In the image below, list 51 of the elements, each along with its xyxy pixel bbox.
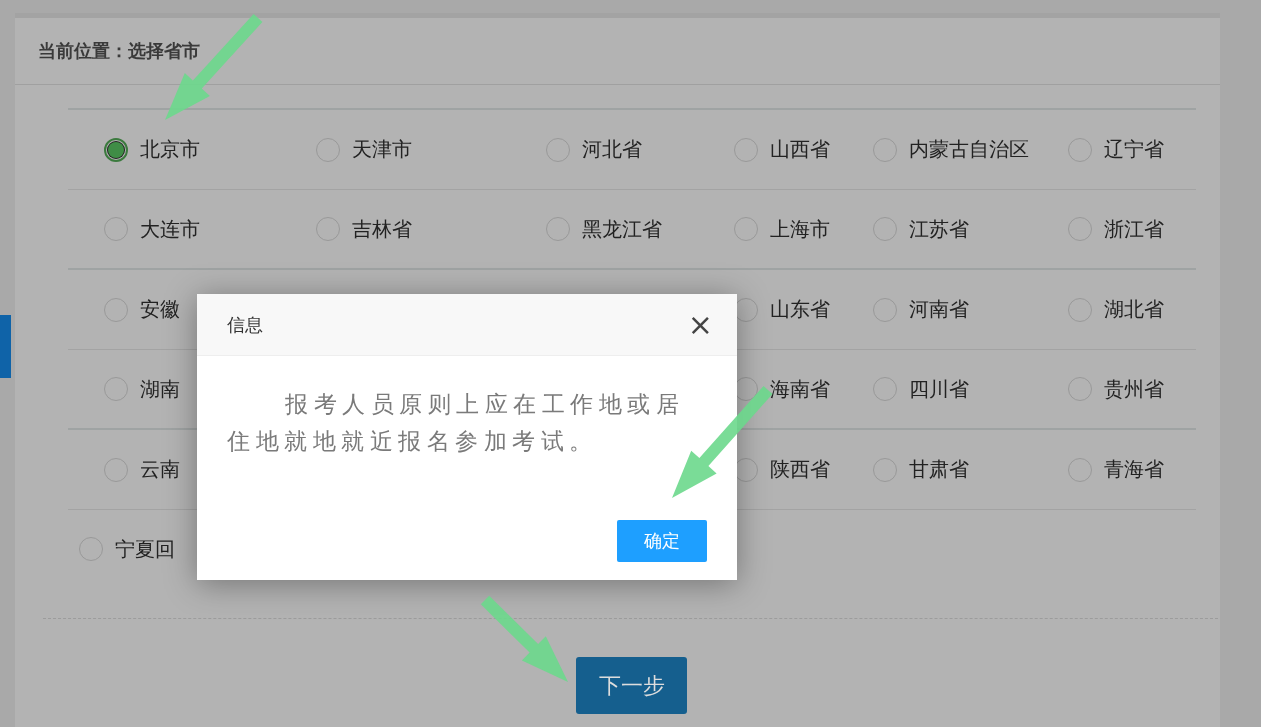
province-label[interactable]: 宁夏回 bbox=[115, 535, 175, 563]
radio-button[interactable] bbox=[873, 297, 897, 322]
radio-button[interactable] bbox=[104, 377, 128, 401]
radio-button[interactable] bbox=[316, 137, 340, 162]
radio-button[interactable] bbox=[873, 457, 897, 482]
radio-button[interactable] bbox=[1068, 297, 1092, 322]
province-label[interactable]: 北京市 bbox=[140, 136, 200, 163]
radio-button[interactable] bbox=[546, 137, 570, 162]
radio-button[interactable] bbox=[1068, 377, 1092, 401]
province-label[interactable]: 云南 bbox=[140, 456, 180, 483]
province-label[interactable]: 甘肃省 bbox=[909, 456, 969, 483]
radio-button[interactable] bbox=[79, 537, 103, 561]
province-label[interactable]: 青海省 bbox=[1104, 456, 1164, 483]
province-label[interactable]: 吉林省 bbox=[352, 215, 412, 243]
radio-button[interactable] bbox=[873, 137, 897, 162]
province-label[interactable]: 四川省 bbox=[909, 375, 969, 403]
radio-button[interactable] bbox=[1068, 137, 1092, 162]
province-label[interactable]: 江苏省 bbox=[909, 215, 969, 243]
province-label[interactable]: 天津市 bbox=[352, 136, 412, 163]
dialog-message: 报考人员原则上应在工作地或居住地就地就近报名参加考试。 bbox=[227, 390, 685, 456]
province-label[interactable]: 上海市 bbox=[770, 215, 830, 243]
province-label[interactable]: 安徽 bbox=[140, 296, 180, 323]
province-label[interactable]: 河南省 bbox=[909, 296, 969, 323]
radio-button[interactable] bbox=[104, 297, 128, 322]
province-label[interactable]: 山西省 bbox=[770, 136, 830, 163]
radio-button[interactable] bbox=[1068, 217, 1092, 241]
province-label[interactable]: 黑龙江省 bbox=[582, 215, 662, 243]
province-label[interactable]: 湖南 bbox=[140, 375, 180, 403]
radio-button[interactable] bbox=[1068, 457, 1092, 482]
radio-button[interactable] bbox=[104, 217, 128, 241]
province-label[interactable]: 海南省 bbox=[770, 375, 830, 403]
province-label[interactable]: 贵州省 bbox=[1104, 375, 1164, 403]
radio-button[interactable] bbox=[546, 217, 570, 241]
dialog-title: 信息 bbox=[227, 312, 263, 337]
province-label[interactable]: 湖北省 bbox=[1104, 296, 1164, 323]
side-tab[interactable] bbox=[0, 315, 11, 378]
radio-button[interactable] bbox=[104, 457, 128, 482]
province-label[interactable]: 山东省 bbox=[770, 296, 830, 323]
province-label[interactable]: 内蒙古自治区 bbox=[909, 136, 1029, 163]
province-label[interactable]: 大连市 bbox=[140, 215, 200, 243]
radio-button[interactable] bbox=[316, 217, 340, 241]
radio-button[interactable] bbox=[734, 217, 758, 241]
province-label[interactable]: 浙江省 bbox=[1104, 215, 1164, 243]
province-label[interactable]: 辽宁省 bbox=[1104, 136, 1164, 163]
radio-button[interactable] bbox=[873, 377, 897, 401]
radio-button[interactable] bbox=[734, 137, 758, 162]
province-label[interactable]: 陕西省 bbox=[770, 456, 830, 483]
province-label[interactable]: 河北省 bbox=[582, 136, 642, 163]
radio-button[interactable] bbox=[873, 217, 897, 241]
radio-button[interactable] bbox=[104, 137, 128, 162]
next-button[interactable]: 下一步 bbox=[576, 657, 687, 714]
